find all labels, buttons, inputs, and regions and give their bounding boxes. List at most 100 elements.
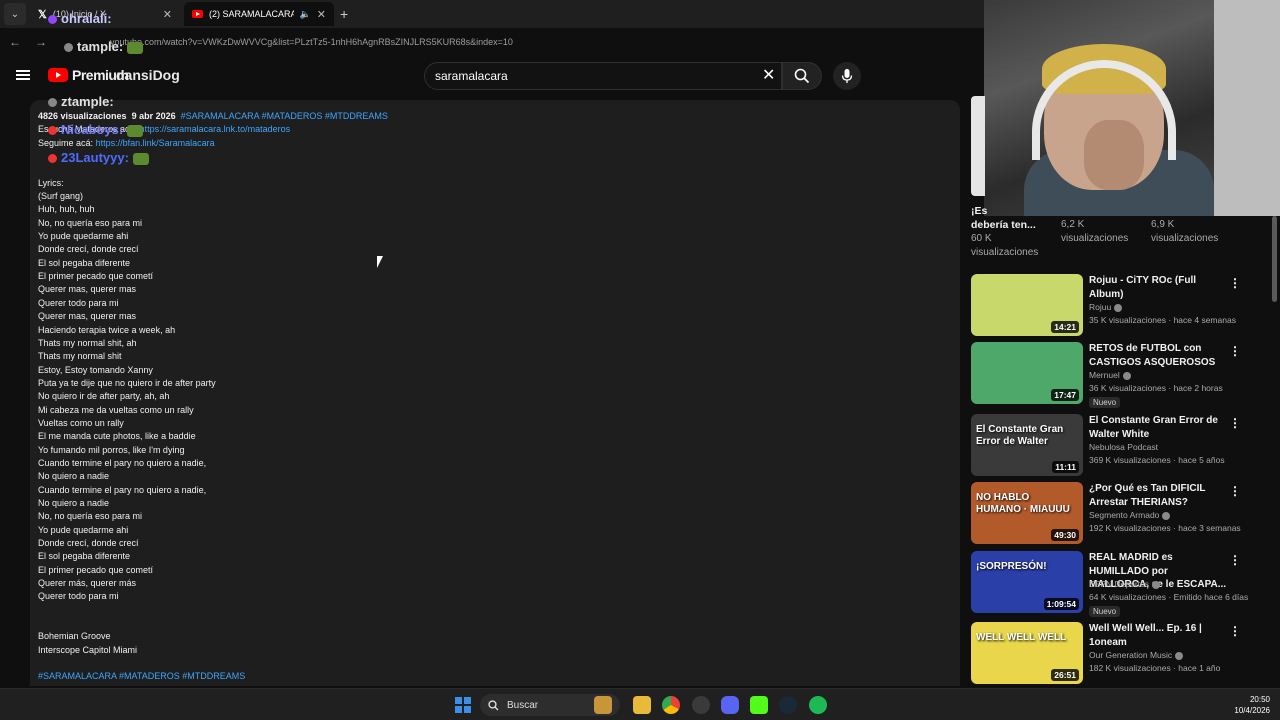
search-input[interactable] [435,69,755,83]
forward-arrow-icon[interactable]: → [30,35,52,49]
file-explorer-icon[interactable] [633,696,651,714]
lyric-line: No quiero ir de after party, ah, ah [38,391,170,402]
recommended-video[interactable]: El Constante Gran Error de Walter 11:11 El… [971,414,1271,476]
speaker-icon[interactable]: 🔈 [300,9,311,20]
video-title[interactable]: ¿Por Qué es Tan DIFICIL Arrestar THERIAN… [1089,482,1229,509]
windows-taskbar: Buscar 20:50 10/4/2026 [0,688,1280,720]
shorts-item[interactable]: 6,2 K visualizaciones [1061,218,1141,246]
discord-icon[interactable] [721,696,739,714]
short-thumbnail[interactable] [971,96,985,196]
video-duration: 49:30 [1051,529,1079,541]
publish-date: 9 abr 2026 [131,111,176,121]
more-options-icon[interactable]: ⋮ [1229,416,1241,430]
search-box[interactable] [424,62,782,90]
logo-text: Premium [72,67,129,83]
video-duration: 14:21 [1051,321,1079,333]
video-thumbnail[interactable]: WELL WELL WELL 26:51 [971,622,1083,684]
mouse-cursor-icon [377,256,383,268]
microphone-icon [841,69,853,83]
scrollbar[interactable] [1272,216,1277,302]
recommended-video[interactable]: 14:21 Rojuu - CiTY ROc (Full Album) Rojuu 3… [971,274,1271,336]
video-thumbnail[interactable]: El Constante Gran Error de Walter 11:11 [971,414,1083,476]
more-options-icon[interactable]: ⋮ [1229,553,1241,567]
more-options-icon[interactable]: ⋮ [1229,624,1241,638]
lyric-line: Haciendo terapia twice a week, ah [38,324,176,335]
recommended-video[interactable]: WELL WELL WELL 26:51 Well Well Well... Ep.… [971,622,1271,684]
youtube-logo[interactable]: Premium [48,67,129,83]
url-field[interactable]: youtube.com/watch?v=VWKzDwWVVCg&list=PLz… [110,37,513,47]
channel-name[interactable]: Rojuu [1089,302,1123,312]
lyric-line: El primer pecado que cometí [38,271,154,282]
lyrics-header: Lyrics: [38,177,64,188]
recommended-video[interactable]: NO HABLO HUMANO · MIAUUU 49:30 ¿Por Qué es… [971,482,1271,544]
video-title[interactable]: Rojuu - CiTY ROc (Full Album) [1089,274,1229,301]
search-button[interactable] [782,62,822,90]
kick-icon[interactable] [750,696,768,714]
clear-search-icon[interactable]: ✕ [762,65,775,85]
lyric-line: Cuando termine el pary no quiero a nadie… [38,484,207,495]
webcam-overlay [984,0,1280,216]
lyric-line: Querer todo para mi [38,591,119,602]
channel-name[interactable]: Mernuel [1089,370,1131,380]
more-options-icon[interactable]: ⋮ [1229,484,1241,498]
verified-icon [1175,651,1184,660]
search-icon [794,68,810,84]
menu-icon[interactable] [16,70,30,80]
listen-link[interactable]: https://saramalacara.lnk.to/mataderos [140,124,291,134]
shorts-item[interactable]: 6,9 K visualizaciones [1151,218,1231,246]
widget-icon[interactable] [594,696,612,714]
hashtags[interactable]: #SARAMALACARA #MATADEROS #MTDDREAMS [181,111,388,121]
video-stats: 35 K visualizaciones · hace 4 semanas [1089,315,1236,325]
video-duration: 17:47 [1051,389,1079,401]
lyric-line: Yo pude quedarme ahi [38,231,129,242]
tab-title: (2) SARAMALACARA - MTD [209,9,294,19]
chrome-icon[interactable] [662,696,680,714]
credit-line: Bohemian Groove [38,631,111,642]
shorts-item[interactable]: ¡Es debería ten... 60 K visualizaciones [971,204,1051,260]
video-stats: 192 K visualizaciones · hace 3 semanas [1089,523,1241,533]
verified-icon [1162,511,1171,520]
spotify-icon[interactable] [809,696,827,714]
video-thumbnail[interactable]: 17:47 [971,342,1083,404]
lyric-line: El me manda cute photos, like a baddie [38,431,196,442]
close-tab-icon[interactable]: ✕ [163,8,172,21]
video-thumbnail[interactable]: NO HABLO HUMANO · MIAUUU 49:30 [971,482,1083,544]
channel-name[interactable]: Our Generation Music [1089,650,1184,660]
windows-start-icon[interactable] [455,697,471,713]
channel-name[interactable]: ESPN Deportes [1089,579,1160,589]
video-duration: 11:11 [1052,461,1079,473]
browser-tab-x[interactable]: 𝕏 (10) Inicio / X ✕ [30,2,180,26]
video-thumbnail[interactable]: ¡SORPRESÓN! 1:09:54 [971,551,1083,613]
lyric-line: No, no quería eso para mi [38,511,143,522]
follow-link[interactable]: https://bfan.link/Saramalacara [96,138,215,148]
video-thumbnail[interactable]: 14:21 [971,274,1083,336]
new-tab-button[interactable]: + [340,6,348,22]
search-icon [488,699,499,710]
lyric-line: No quiero a nadie [38,471,110,482]
browser-tab-youtube[interactable]: (2) SARAMALACARA - MTD 🔈 ✕ [184,2,334,26]
footer-hashtags[interactable]: #SARAMALACARA #MATADEROS #MTDDREAMS [38,670,388,683]
more-options-icon[interactable]: ⋮ [1229,344,1241,358]
lyric-line: No quiero a nadie [38,497,110,508]
follow-line: Seguime acá: https://bfan.link/Saramalac… [38,137,388,150]
video-title[interactable]: El Constante Gran Error de Walter White [1089,414,1229,441]
video-title[interactable]: Well Well Well... Ep. 16 | 1oneam [1089,622,1229,649]
obs-icon[interactable] [692,696,710,714]
more-options-icon[interactable]: ⋮ [1229,276,1241,290]
recommended-video[interactable]: 17:47 RETOS de FUTBOL con CASTIGOS ASQUER… [971,342,1271,408]
lyric-line: Querer todo para mi [38,297,119,308]
lyric-line: Estoy, Estoy tomando Xanny [38,364,153,375]
steam-icon[interactable] [779,696,797,714]
voice-search-button[interactable] [833,62,861,90]
back-arrow-icon[interactable]: ← [4,35,26,49]
video-duration: 26:51 [1051,669,1079,681]
channel-name[interactable]: Segmento Armado [1089,510,1171,520]
video-stats: 64 K visualizaciones · Emitido hace 6 dí… [1089,592,1249,602]
credits-list: Bohemian Groove Interscope Capitol Miami [38,630,388,657]
recommended-video[interactable]: ¡SORPRESÓN! 1:09:54 REAL MADRID es HUMILLA… [971,551,1271,617]
system-clock[interactable]: 20:50 10/4/2026 [1234,694,1270,716]
tab-search-menu-icon[interactable]: ⌄ [4,3,26,25]
video-title[interactable]: RETOS de FUTBOL con CASTIGOS ASQUEROSOS [1089,342,1229,369]
channel-name[interactable]: Nebulosa Podcast [1089,442,1158,452]
close-tab-icon[interactable]: ✕ [317,8,326,21]
